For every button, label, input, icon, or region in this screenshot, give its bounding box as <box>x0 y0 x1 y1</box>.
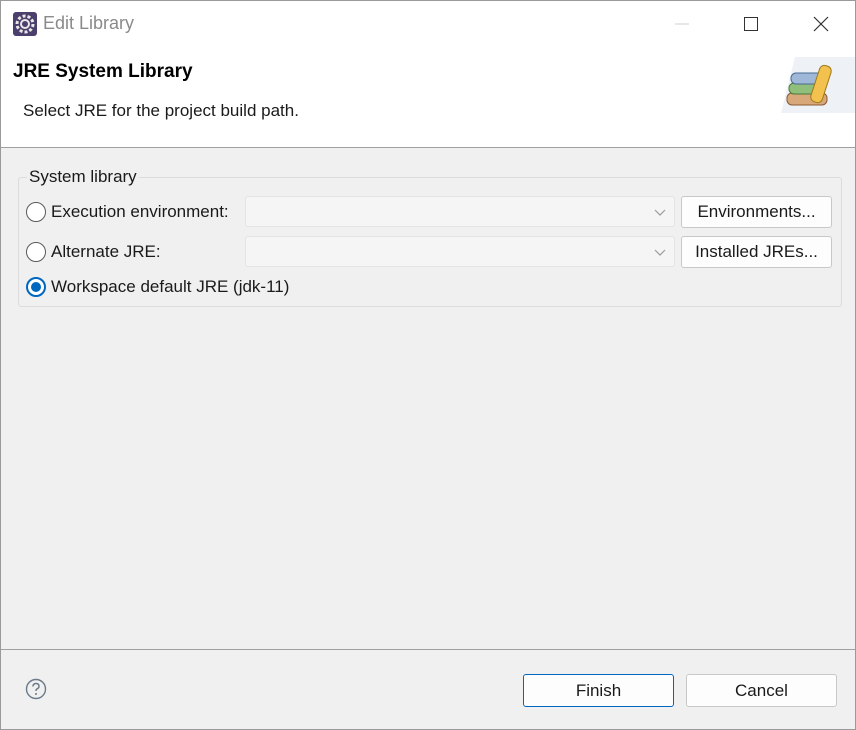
maximize-icon <box>744 17 758 31</box>
minimize-button[interactable] <box>647 1 717 47</box>
workspace-default-jre-label[interactable]: Workspace default JRE (jdk-11) <box>51 277 289 297</box>
execution-environment-combo[interactable] <box>245 196 675 227</box>
environments-button[interactable]: Environments... <box>681 196 832 228</box>
alternate-jre-radio[interactable] <box>26 242 46 262</box>
installed-jres-button[interactable]: Installed JREs... <box>681 236 832 268</box>
execution-environment-radio[interactable] <box>26 202 46 222</box>
chevron-down-icon <box>654 249 666 256</box>
maximize-button[interactable] <box>716 1 786 47</box>
finish-button[interactable]: Finish <box>523 674 674 707</box>
window-title: Edit Library <box>43 13 135 33</box>
footer-separator <box>1 649 855 650</box>
execution-environment-label[interactable]: Execution environment: <box>51 202 229 222</box>
help-question-icon[interactable] <box>25 678 47 700</box>
chevron-down-icon <box>654 209 666 216</box>
close-icon <box>813 16 829 32</box>
workspace-default-jre-radio[interactable] <box>26 277 46 297</box>
title-bar[interactable]: Edit Library <box>1 1 855 47</box>
alternate-jre-label[interactable]: Alternate JRE: <box>51 242 161 262</box>
group-label: System library <box>27 167 139 187</box>
close-button[interactable] <box>786 1 856 47</box>
alternate-jre-combo[interactable] <box>245 236 675 267</box>
cancel-button[interactable]: Cancel <box>686 674 837 707</box>
page-description: Select JRE for the project build path. <box>23 101 299 120</box>
header-separator <box>1 147 855 148</box>
page-title: JRE System Library <box>13 61 193 82</box>
wizard-header: JRE System Library Select JRE for the pr… <box>1 47 855 147</box>
edit-library-dialog: Edit Library JRE System Library Select J… <box>0 0 856 730</box>
library-books-icon <box>781 57 855 113</box>
minimize-icon <box>675 23 689 25</box>
eclipse-gear-icon <box>13 12 37 36</box>
